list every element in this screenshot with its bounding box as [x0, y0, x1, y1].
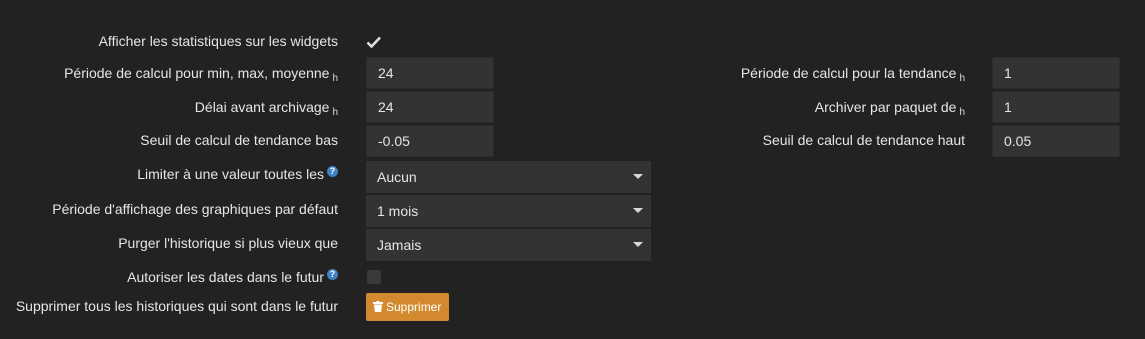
trend-high-label: Seuil de calcul de tendance haut: [762, 132, 965, 148]
caret-down-icon: [633, 174, 643, 179]
limit-value-label: Limiter à une valeur toutes les?: [137, 165, 338, 183]
delete-future-button-label: Supprimer: [386, 300, 442, 314]
graph-period-selected: 1 mois: [377, 203, 419, 219]
archive-batch-unit: h: [959, 107, 965, 118]
archive-delay-unit: h: [332, 107, 338, 118]
graph-period-label: Période d'affichage des graphiques par d…: [52, 201, 338, 217]
help-icon[interactable]: ?: [327, 166, 338, 177]
help-icon[interactable]: ?: [327, 269, 338, 280]
archive-delay-label: Délai avant archivage h: [194, 99, 338, 118]
minmax-period-input[interactable]: 24: [366, 57, 494, 89]
trend-period-label: Période de calcul pour la tendance h: [740, 65, 965, 84]
checkmark-icon: [366, 36, 381, 49]
delete-future-button[interactable]: Supprimer: [366, 293, 450, 321]
minmax-period-unit: h: [332, 73, 338, 84]
delete-future-label: Supprimer tous les historiques qui sont …: [15, 298, 338, 314]
purge-history-select[interactable]: Jamais: [366, 229, 651, 261]
archive-delay-input[interactable]: 24: [366, 91, 494, 123]
future-dates-checkbox[interactable]: [367, 270, 381, 284]
trend-period-input[interactable]: 1: [992, 57, 1120, 89]
archive-batch-input[interactable]: 1: [992, 91, 1120, 123]
graph-period-select[interactable]: 1 mois: [366, 195, 651, 227]
trend-high-input[interactable]: 0.05: [992, 125, 1120, 157]
limit-value-selected: Aucun: [377, 169, 417, 185]
trend-low-label: Seuil de calcul de tendance bas: [140, 132, 338, 148]
caret-down-icon: [633, 208, 643, 213]
caret-down-icon: [633, 242, 643, 247]
minmax-period-label: Période de calcul pour min, max, moyenne…: [64, 65, 338, 84]
purge-history-label: Purger l'historique si plus vieux que: [118, 235, 338, 251]
archive-batch-label: Archiver par paquet de h: [814, 99, 965, 118]
limit-value-select[interactable]: Aucun: [366, 161, 651, 193]
purge-history-selected: Jamais: [377, 237, 422, 253]
show-widget-stats-checkbox[interactable]: [366, 35, 381, 49]
trend-low-input[interactable]: -0.05: [366, 125, 494, 157]
show-widget-stats-label: Afficher les statistiques sur les widget…: [98, 33, 338, 49]
trash-icon: [373, 301, 383, 312]
trend-period-unit: h: [959, 73, 965, 84]
future-dates-label: Autoriser les dates dans le futur?: [127, 268, 338, 286]
